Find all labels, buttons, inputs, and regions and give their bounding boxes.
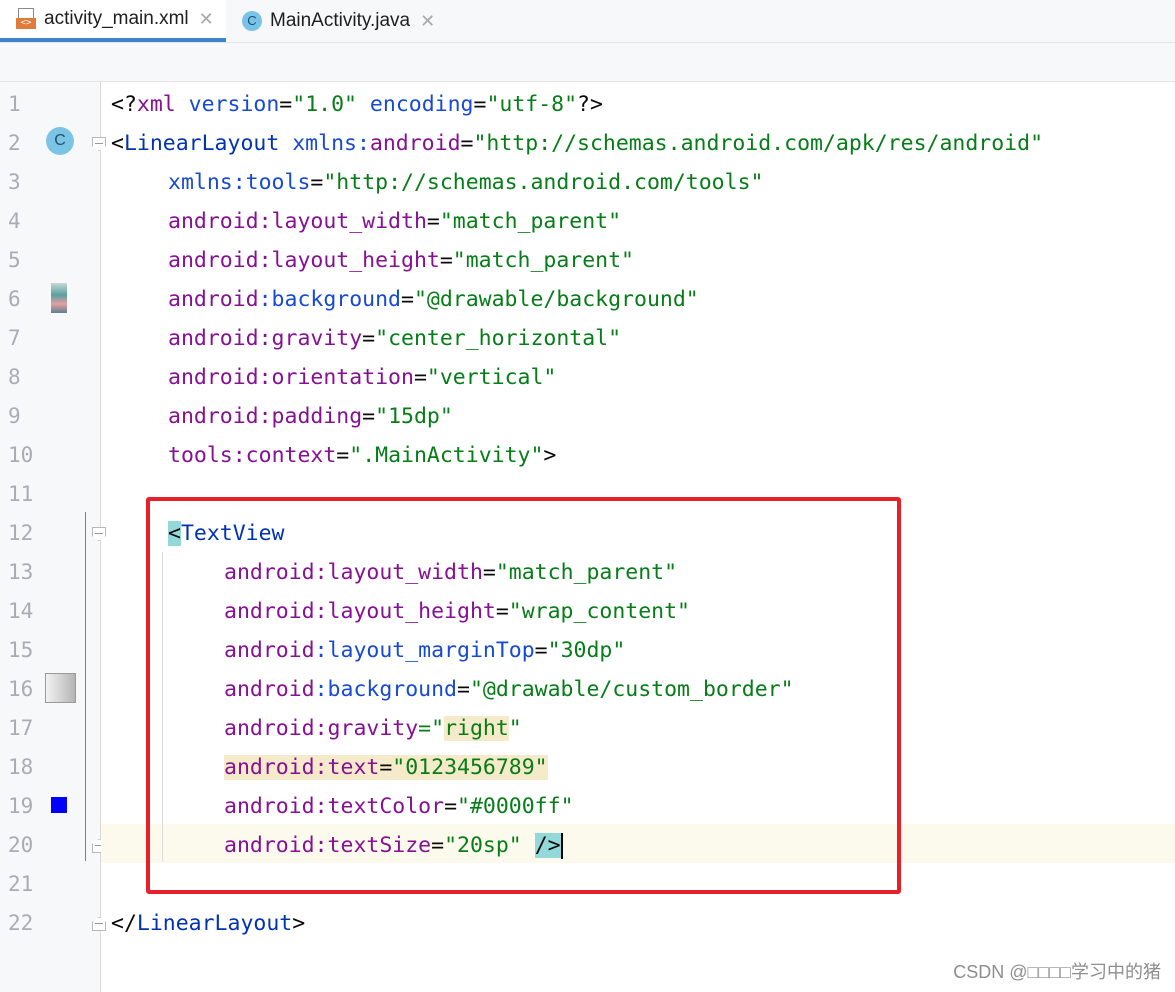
close-icon[interactable]: ✕	[420, 11, 435, 32]
line-number: 14	[8, 599, 34, 623]
class-icon: C	[242, 11, 262, 31]
scope-indicator	[85, 512, 86, 861]
line-number: 16	[8, 677, 34, 701]
line-number: 19	[8, 794, 34, 818]
xml-file-icon: <>	[16, 8, 36, 30]
close-icon[interactable]: ✕	[199, 9, 214, 30]
line-number: 7	[8, 326, 21, 350]
line-number: 2	[8, 131, 21, 155]
line-number: 6	[8, 287, 21, 311]
code-line-8: android:orientation="vertical"	[168, 365, 557, 390]
tab-activity-main-xml[interactable]: <> activity_main.xml ✕	[0, 0, 226, 42]
line-number: 18	[8, 755, 34, 779]
annotation-highlight-box	[146, 497, 901, 894]
code-line-6: android:background="@drawable/background…	[168, 287, 699, 312]
line-number: 3	[8, 170, 21, 194]
line-number: 21	[8, 872, 34, 896]
editor-breadcrumb-strip	[0, 43, 1175, 82]
line-number: 9	[8, 404, 21, 428]
line-number: 15	[8, 638, 34, 662]
code-line-4: android:layout_width="match_parent"	[168, 209, 622, 234]
code-line-3: xmlns:tools="http://schemas.android.com/…	[168, 170, 764, 195]
line-number: 17	[8, 716, 34, 740]
code-line-7: android:gravity="center_horizontal"	[168, 326, 622, 351]
image-preview-icon[interactable]	[51, 283, 67, 313]
line-number: 12	[8, 521, 34, 545]
line-number: 22	[8, 911, 34, 935]
editor-tab-bar: <> activity_main.xml ✕ C MainActivity.ja…	[0, 0, 1175, 43]
line-number: 20	[8, 833, 34, 857]
tab-label: MainActivity.java	[270, 10, 411, 31]
line-number: 4	[8, 209, 21, 233]
line-number: 8	[8, 365, 21, 389]
line-number: 1	[8, 92, 21, 116]
line-number: 11	[8, 482, 34, 506]
code-line-1: <?xml version="1.0" encoding="utf-8"?>	[111, 92, 603, 117]
code-line-9: android:padding="15dp"	[168, 404, 453, 429]
drawable-preview-icon[interactable]	[45, 673, 76, 703]
line-number: 13	[8, 560, 34, 584]
line-number: 5	[8, 248, 21, 272]
line-number: 10	[8, 443, 34, 467]
watermark: CSDN @□□□□学习中的猪	[953, 962, 1161, 982]
class-gutter-icon[interactable]: C	[46, 127, 74, 155]
code-line-5: android:layout_height="match_parent"	[168, 248, 634, 273]
code-line-10: tools:context=".MainActivity">	[168, 443, 557, 468]
code-line-22: </LinearLayout>	[111, 911, 306, 936]
color-swatch-icon[interactable]	[51, 797, 67, 813]
tab-mainactivity-java[interactable]: C MainActivity.java ✕	[226, 0, 446, 42]
tab-label: activity_main.xml	[44, 8, 189, 29]
code-line-2: <LinearLayout xmlns:android="http://sche…	[111, 131, 1044, 156]
